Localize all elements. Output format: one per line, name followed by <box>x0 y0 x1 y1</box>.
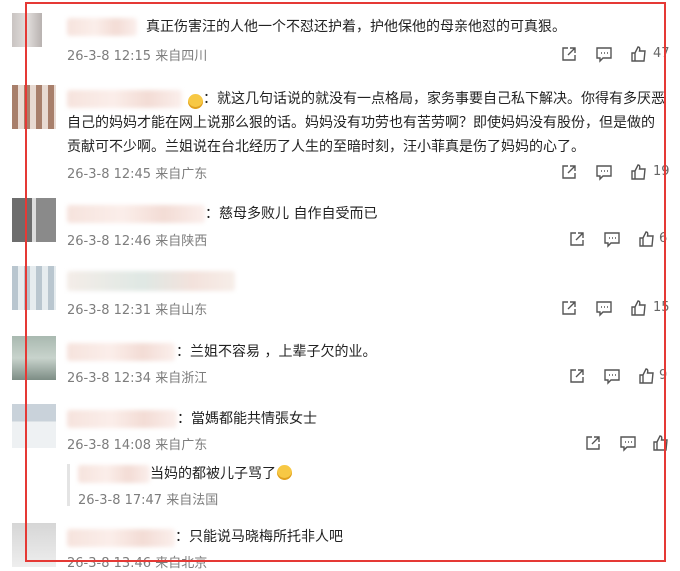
reply-meta: 26-3-8 17:47 来自法国 <box>78 493 219 508</box>
like-count: 15 <box>653 300 670 315</box>
comment-text: 真正伤害汪的人他一个不怼还护着，护他保他的母亲他怼的可真狠。 <box>146 19 566 35</box>
comment-icon[interactable] <box>595 299 613 317</box>
emoji-icon <box>187 92 203 111</box>
like-icon[interactable] <box>630 45 648 63</box>
like-count: 19 <box>653 164 670 179</box>
comment-meta: 26-3-8 12:31 来自山东 <box>67 303 208 318</box>
comment-meta: 26-3-8 12:34 来自浙江 <box>67 371 208 386</box>
comment-item: ：慈母多败儿 自作自受而已 26-3-8 12:46 来自陕西 6 <box>0 195 680 255</box>
like-icon[interactable] <box>638 367 656 385</box>
like-count: 9 <box>659 368 668 383</box>
username[interactable] <box>67 343 175 361</box>
comment-meta: 26-3-8 12:15 来自四川 <box>67 49 208 64</box>
username[interactable] <box>67 90 182 108</box>
laughing-emoji-icon <box>277 465 292 480</box>
like-count: 47 <box>653 46 670 61</box>
comment-text: ：兰姐不容易 ，上辈子欠的业。 <box>176 344 377 360</box>
comment-actions: 6 <box>568 230 673 250</box>
comment-item: ：當媽都能共情張女士 26-3-8 14:08 来自广东 <box>0 400 680 460</box>
avatar[interactable] <box>12 523 56 567</box>
comment-actions: 9 <box>568 367 671 387</box>
comment-icon[interactable] <box>619 434 637 452</box>
comment-meta: 26-3-8 14:08 来自广东 <box>67 438 208 453</box>
share-icon[interactable] <box>560 45 578 63</box>
comment-text-line: 贡献可不少啊。兰姐说在台北经历了人生的至暗时刻，汪小菲真是伤了妈妈的心了。 <box>67 139 585 155</box>
comment-meta: 26-3-8 12:45 来自广东 <box>67 167 208 182</box>
username[interactable] <box>67 529 175 547</box>
avatar[interactable] <box>12 198 56 242</box>
comment-item: ：兰姐不容易 ，上辈子欠的业。 26-3-8 12:34 来自浙江 9 <box>0 333 680 393</box>
comment-meta: 26-3-8 12:46 来自陕西 <box>67 234 208 249</box>
comment-actions: 47 <box>560 45 670 65</box>
comment-icon[interactable] <box>595 163 613 181</box>
comment-meta: 26-3-8 13:46 来自北京 <box>67 556 208 571</box>
comment-text: ：只能说马晓梅所托非人吧 <box>175 529 343 545</box>
avatar[interactable] <box>12 13 42 47</box>
avatar[interactable] <box>12 404 56 448</box>
username[interactable] <box>78 465 150 483</box>
comment-icon[interactable] <box>603 230 621 248</box>
like-icon[interactable] <box>638 230 656 248</box>
avatar[interactable] <box>12 266 56 310</box>
like-icon[interactable] <box>652 434 670 452</box>
comment-text: ：當媽都能共情張女士 <box>177 411 317 427</box>
avatar[interactable] <box>12 85 56 129</box>
comment-text-line: 自己的妈妈才能在网上说那么狠的话。妈妈没有功劳也有苦劳啊？即使妈妈没有股份，但是… <box>67 115 655 131</box>
comment-item: 真正伤害汪的人他一个不怼还护着，护他保他的母亲他怼的可真狠。 26-3-8 12… <box>0 0 680 70</box>
avatar[interactable] <box>12 336 56 380</box>
share-icon[interactable] <box>568 367 586 385</box>
comment-icon[interactable] <box>603 367 621 385</box>
share-icon[interactable] <box>560 299 578 317</box>
comment-item: ：就这几句话说的就没有一点格局，家务事要自己私下解决。你得有多厌恶 自己的妈妈才… <box>0 80 680 190</box>
share-icon[interactable] <box>584 434 602 452</box>
comment-item: ：只能说马晓梅所托非人吧 26-3-8 13:46 来自北京 <box>0 520 680 571</box>
like-count: 6 <box>659 231 668 246</box>
comment-text: ：慈母多败儿 自作自受而已 <box>205 206 378 222</box>
share-icon[interactable] <box>568 230 586 248</box>
username[interactable] <box>67 410 177 428</box>
comment-actions: 19 <box>560 163 670 183</box>
username[interactable] <box>67 18 137 36</box>
comment-text-line: ：就这几句话说的就没有一点格局，家务事要自己私下解决。你得有多厌恶 <box>203 91 665 107</box>
comment-item: 26-3-8 12:31 来自山东 15 <box>0 263 680 323</box>
reply-text: 当妈的都被儿子骂了 <box>150 463 292 486</box>
comment-actions: 15 <box>560 299 672 319</box>
username[interactable] <box>67 271 235 291</box>
comment-actions <box>584 434 674 454</box>
username[interactable] <box>67 205 205 223</box>
like-icon[interactable] <box>630 299 648 317</box>
reply-item: 当妈的都被儿子骂了 26-3-8 17:47 来自法国 <box>0 460 680 510</box>
share-icon[interactable] <box>560 163 578 181</box>
comment-icon[interactable] <box>595 45 613 63</box>
like-icon[interactable] <box>630 163 648 181</box>
